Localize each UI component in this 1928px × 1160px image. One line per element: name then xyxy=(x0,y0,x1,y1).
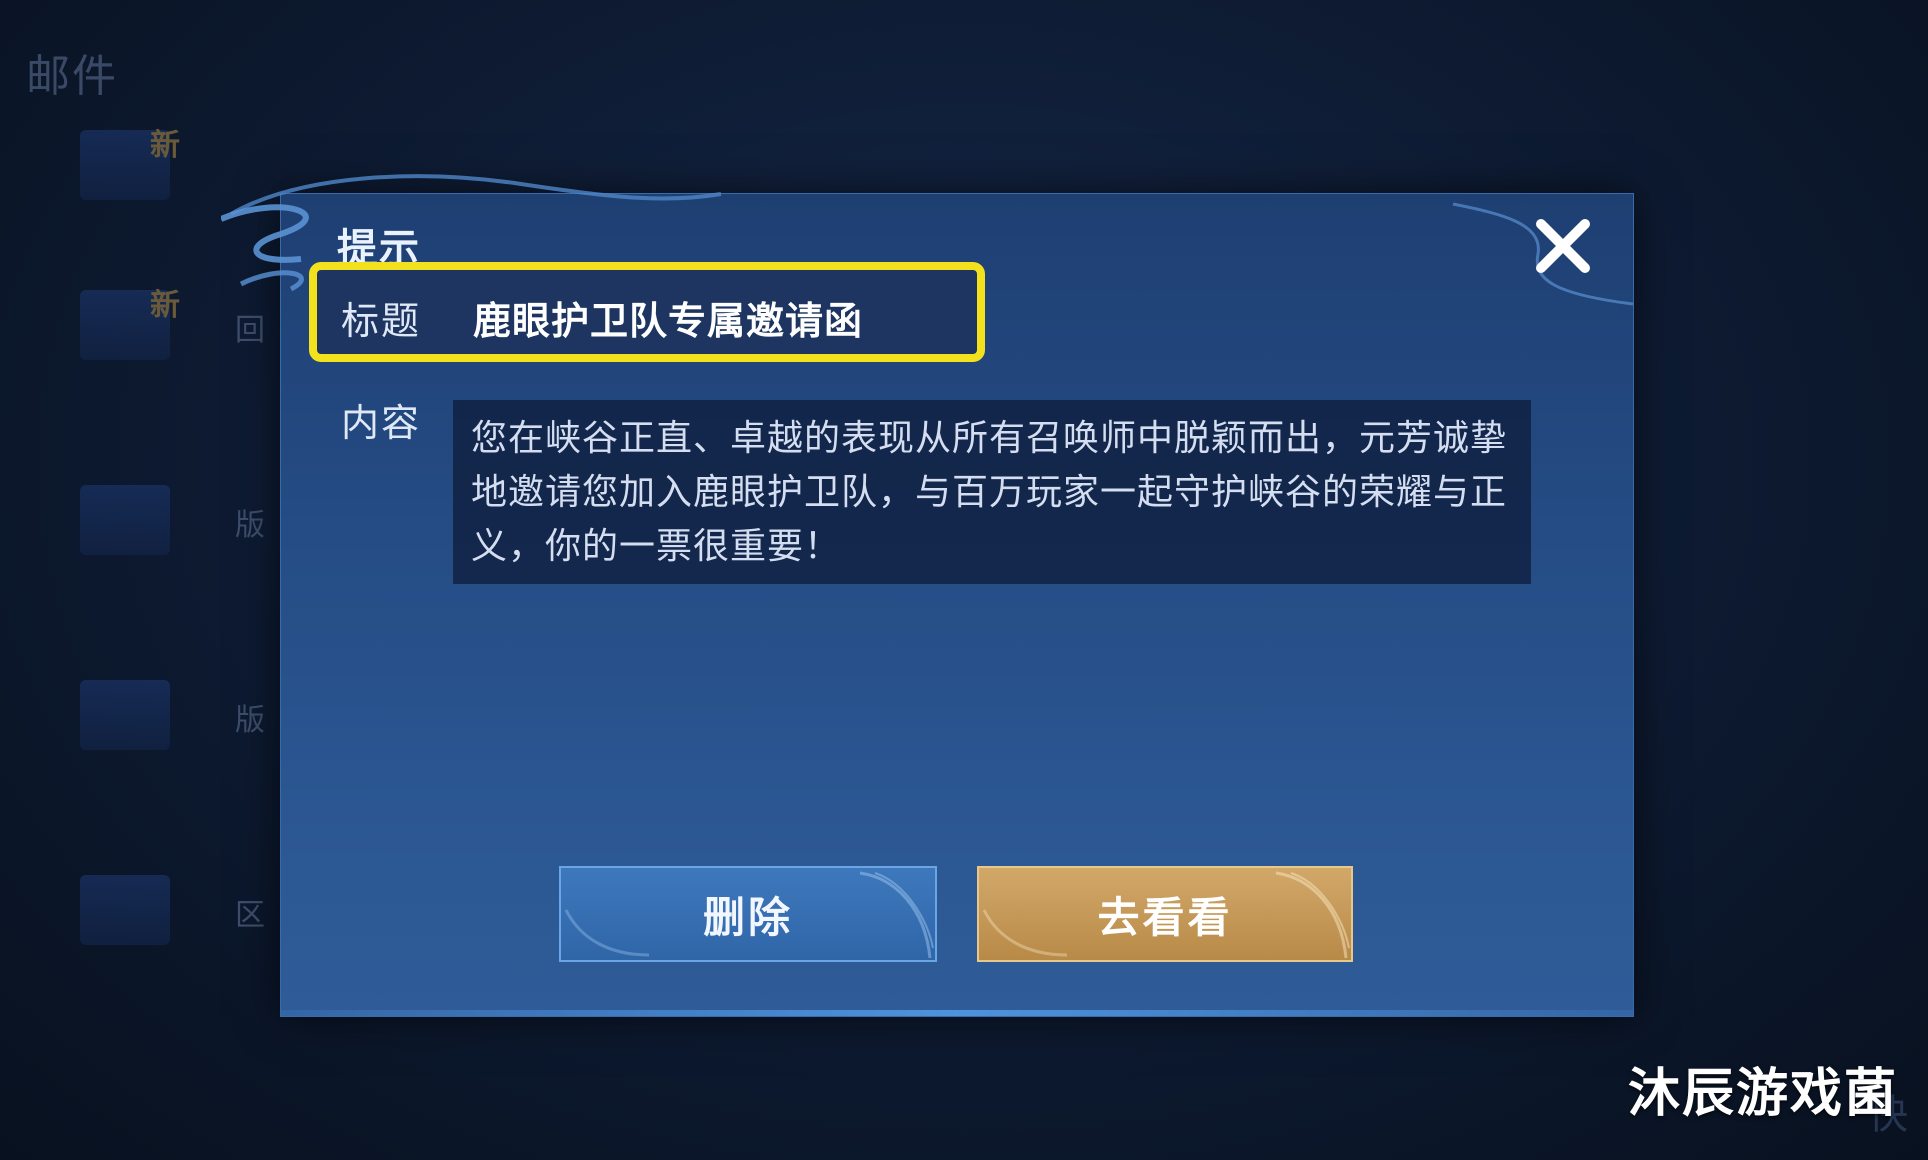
mail-list-item[interactable]: 版 xyxy=(70,475,300,565)
mail-icon xyxy=(80,485,170,555)
close-button[interactable] xyxy=(1527,210,1599,282)
watermark: 沐辰游戏菌 xyxy=(1627,1064,1898,1124)
content-box: 您在峡谷正直、卓越的表现从所有召唤师中脱颖而出，元芳诚挚地邀请您加入鹿眼护卫队，… xyxy=(453,400,1531,584)
delete-button[interactable]: 删除 xyxy=(559,866,937,962)
close-icon xyxy=(1536,219,1590,273)
button-swirl-icon xyxy=(859,871,934,959)
subject-label: 标题 xyxy=(341,299,422,343)
content-label: 内容 xyxy=(341,401,422,445)
button-swirl-icon xyxy=(982,909,1068,957)
mail-item-text: 版 xyxy=(235,703,265,738)
mail-list-item[interactable]: 区 xyxy=(70,865,300,955)
delete-button-label: 删除 xyxy=(702,892,793,942)
content-text: 您在峡谷正直、卓越的表现从所有召唤师中脱颖而出，元芳诚挚地邀请您加入鹿眼护卫队，… xyxy=(471,418,1508,567)
go-see-button[interactable]: 去看看 xyxy=(977,866,1353,962)
mail-title: 邮件 xyxy=(26,51,118,102)
mail-item-text: 区 xyxy=(235,898,265,933)
mail-list-item[interactable]: 版 xyxy=(70,670,300,760)
prompt-dialog: 提示 标题 鹿眼护卫队专属邀请函 内容 您在峡谷正直、卓越的表现从所有召唤师中脱… xyxy=(221,174,1634,1017)
mail-item-text: 版 xyxy=(235,508,265,543)
go-see-button-label: 去看看 xyxy=(1097,892,1233,942)
new-badge: 新 xyxy=(150,288,180,323)
game-screen: 邮件 新 新 回 版 版 区 快 提示 标题 鹿眼护卫队专属邀请函 内容 您在峡… xyxy=(0,0,1928,1160)
button-swirl-icon xyxy=(1275,871,1350,959)
button-swirl-icon xyxy=(564,909,650,957)
mail-icon xyxy=(80,680,170,750)
mail-item-text: 回 xyxy=(235,313,265,348)
new-badge: 新 xyxy=(150,128,180,163)
subject-value: 鹿眼护卫队专属邀请函 xyxy=(473,299,864,343)
mail-icon xyxy=(80,875,170,945)
